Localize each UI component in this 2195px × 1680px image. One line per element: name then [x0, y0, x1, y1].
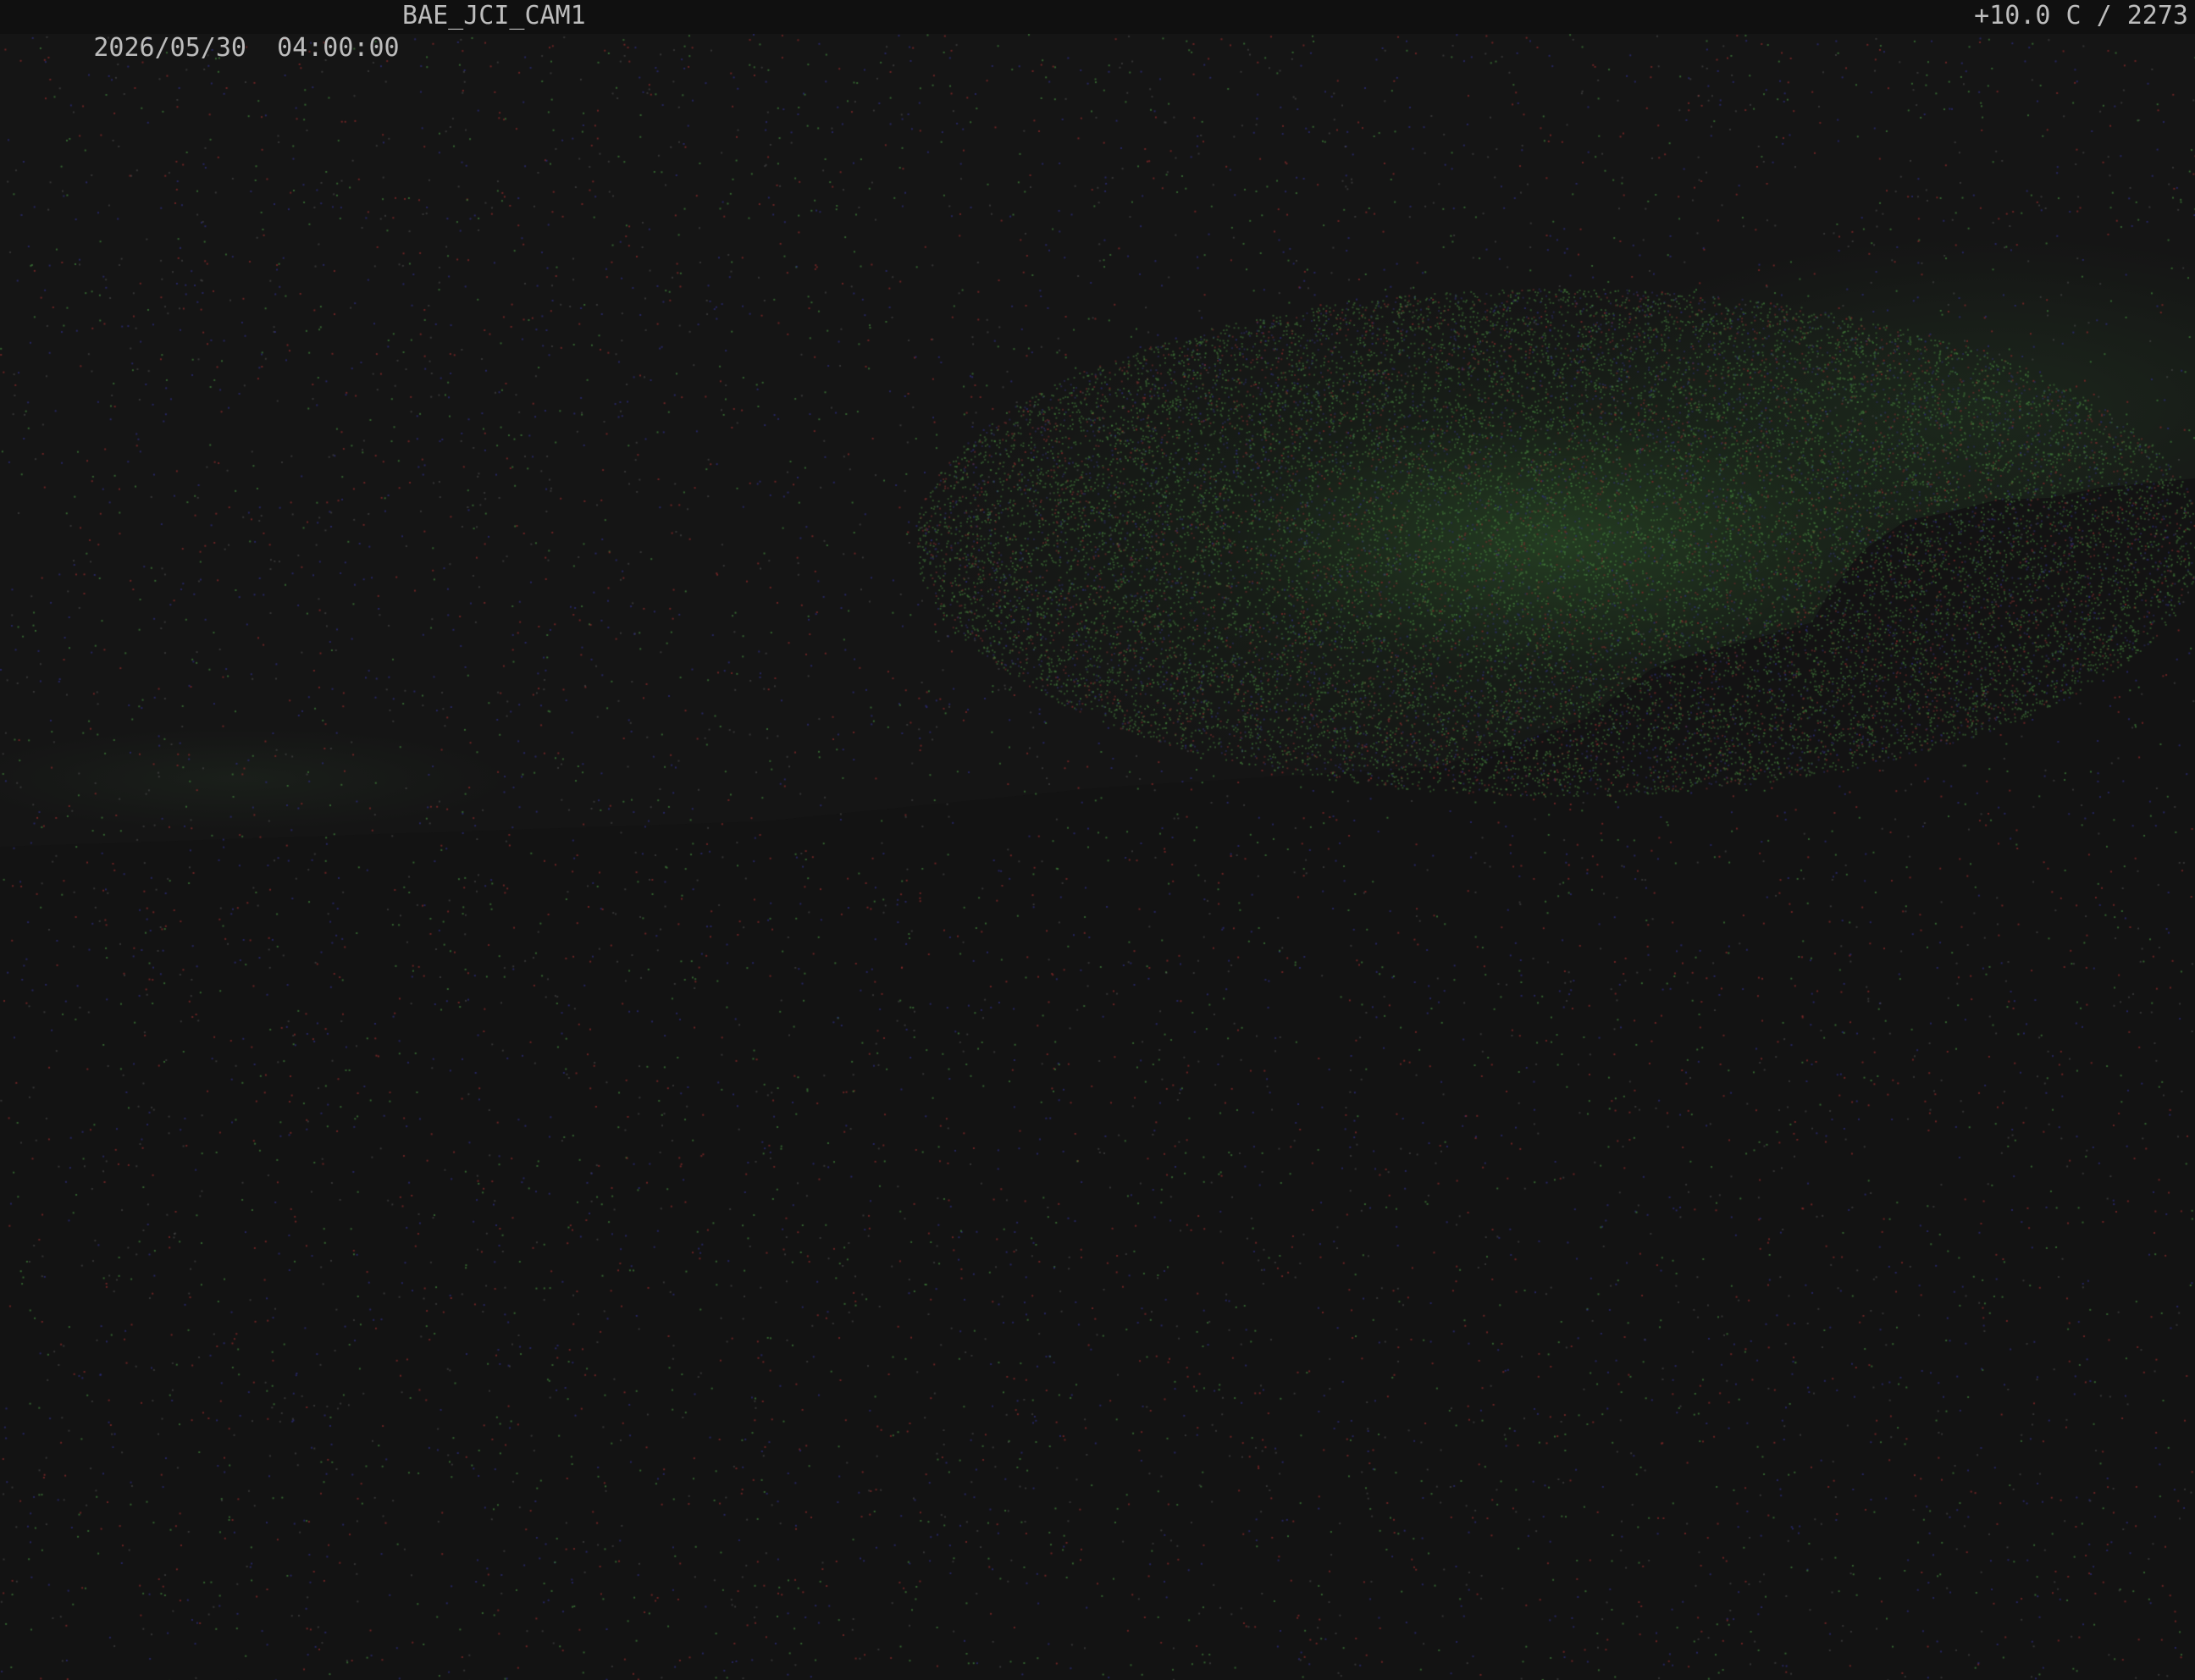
overlay-header-bar: 2026/05/30 04:00:00 BAE_JCI_CAM1 +10.0 C…: [0, 0, 2195, 63]
date-text: 2026/05/30: [93, 33, 246, 63]
timestamp-label: 2026/05/30 04:00:00: [2, 0, 399, 63]
sensor-noise: [0, 0, 2195, 1680]
webcam-frame: 2026/05/30 04:00:00 BAE_JCI_CAM1 +10.0 C…: [0, 0, 2195, 1680]
time-text: 04:00:00: [277, 33, 400, 63]
temperature-readout: +10.0 C / 2273: [1974, 1, 2188, 30]
camera-id-label: BAE_JCI_CAM1: [402, 1, 586, 30]
